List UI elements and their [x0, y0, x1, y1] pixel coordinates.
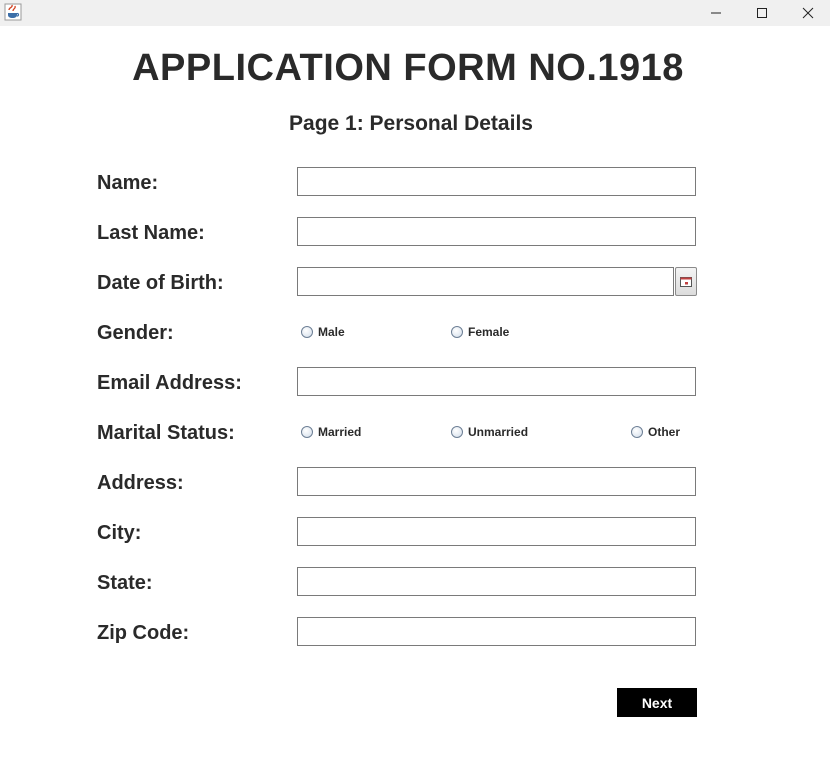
city-label: City:: [97, 522, 142, 544]
gender-male-radio[interactable]: Male: [301, 325, 345, 339]
minimize-icon: [711, 12, 721, 14]
next-button[interactable]: Next: [617, 688, 697, 717]
gender-label: Gender:: [97, 322, 174, 344]
last-name-label: Last Name:: [97, 222, 205, 244]
maximize-button[interactable]: [739, 0, 785, 26]
close-button[interactable]: [785, 0, 830, 26]
maximize-icon: [757, 8, 767, 18]
form-title: APPLICATION FORM NO.1918: [132, 47, 684, 89]
date-picker-button[interactable]: [675, 267, 697, 296]
marital-married-radio[interactable]: Married: [301, 425, 361, 439]
dob-label: Date of Birth:: [97, 272, 224, 294]
last-name-field[interactable]: [297, 217, 696, 246]
gender-male-label: Male: [318, 325, 345, 339]
radio-button-icon[interactable]: [301, 326, 313, 338]
email-field[interactable]: [297, 367, 696, 396]
email-label: Email Address:: [97, 372, 242, 394]
radio-button-icon[interactable]: [451, 426, 463, 438]
java-cup-icon: [4, 3, 22, 21]
gender-female-radio[interactable]: Female: [451, 325, 509, 339]
form-subtitle: Page 1: Personal Details: [289, 112, 533, 135]
marital-unmarried-label: Unmarried: [468, 425, 529, 439]
minimize-button[interactable]: [693, 0, 739, 26]
name-label: Name:: [97, 172, 159, 194]
radio-button-icon[interactable]: [631, 426, 643, 438]
address-field[interactable]: [297, 467, 696, 496]
state-label: State:: [97, 572, 153, 594]
city-field[interactable]: [297, 517, 696, 546]
marital-status-label: Marital Status:: [97, 422, 235, 444]
gender-female-label: Female: [468, 325, 510, 339]
marital-unmarried-radio[interactable]: Unmarried: [451, 425, 528, 439]
state-field[interactable]: [297, 567, 696, 596]
marital-married-label: Married: [318, 425, 362, 439]
dob-field[interactable]: [297, 267, 674, 296]
radio-button-icon[interactable]: [451, 326, 463, 338]
window-titlebar: [0, 0, 830, 26]
zip-code-field[interactable]: [297, 617, 696, 646]
radio-button-icon[interactable]: [301, 426, 313, 438]
calendar-icon: [680, 276, 692, 287]
zip-code-label: Zip Code:: [97, 622, 190, 644]
address-label: Address:: [97, 472, 184, 494]
close-icon: [802, 7, 814, 19]
name-field[interactable]: [297, 167, 696, 196]
marital-other-label: Other: [648, 425, 681, 439]
marital-other-radio[interactable]: Other: [631, 425, 680, 439]
